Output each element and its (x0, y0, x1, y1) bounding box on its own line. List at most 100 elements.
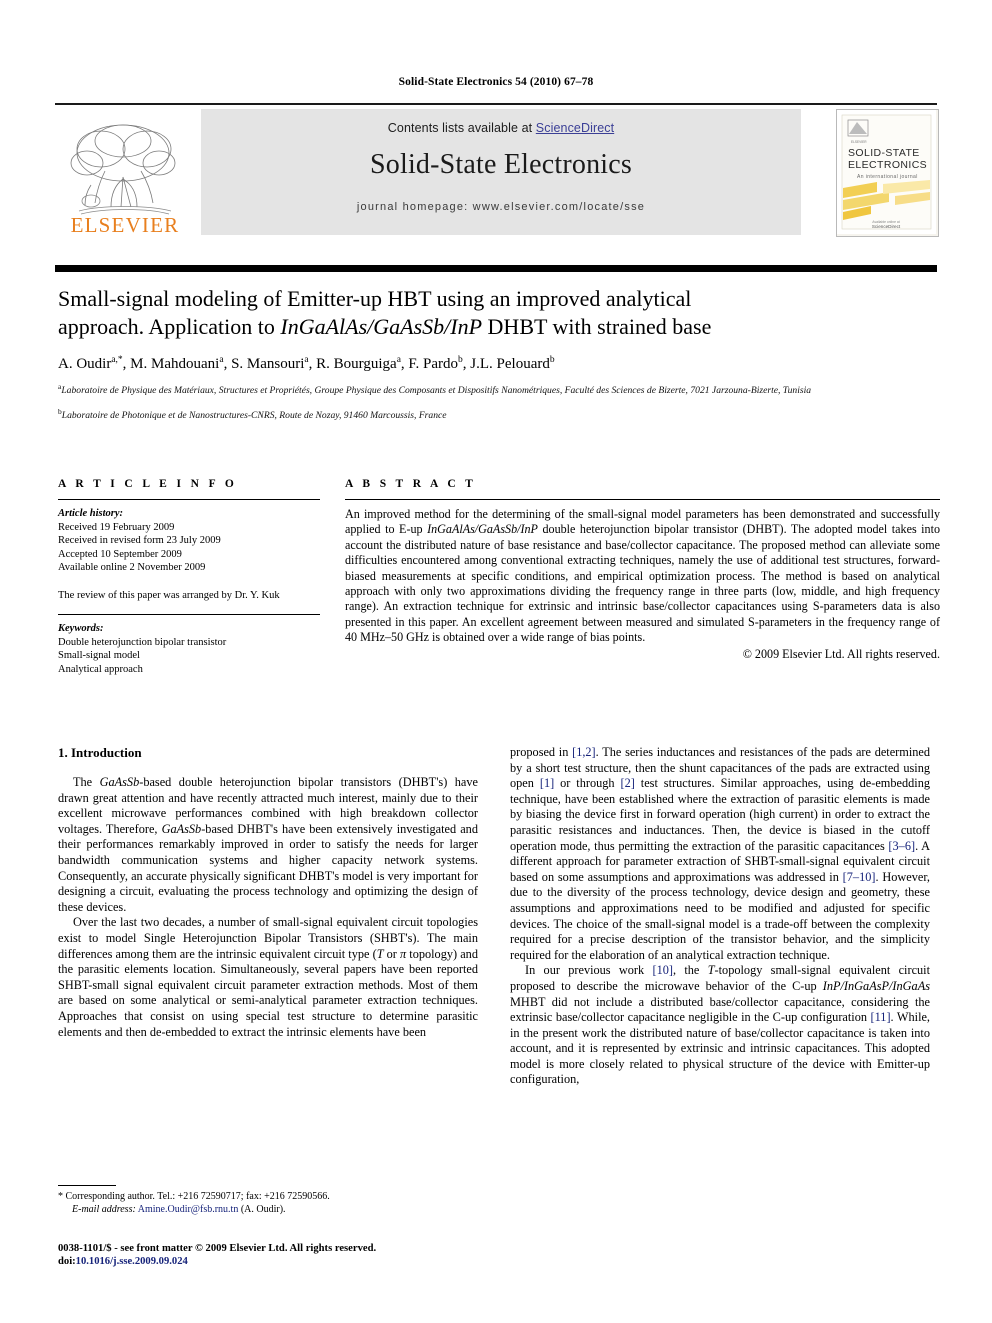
journal-cover-thumbnail[interactable]: ELSEVIER SOLID-STATE ELECTRONICS An inte… (836, 109, 939, 237)
p1-material-2: GaAsSb (161, 821, 202, 836)
elsevier-wordmark: ELSEVIER (71, 213, 180, 235)
author-affil-marker: a (219, 355, 224, 365)
keyword-item: Analytical approach (58, 663, 143, 675)
p2-topology-t: T (376, 946, 384, 961)
author-affil-marker: a,* (111, 355, 123, 365)
elsevier-tree-icon: ELSEVIER (70, 124, 180, 235)
elsevier-logo: ELSEVIER (55, 109, 195, 235)
r2-b: , the (672, 963, 708, 978)
affiliation-a-text: Laboratoire de Physique des Matériaux, S… (61, 385, 812, 397)
body-column-left: 1. Introduction The GaAsSb-based double … (58, 745, 478, 1040)
abstract-divider (345, 499, 940, 500)
r2-material: InP/InGaAsP/InGaAs (822, 978, 930, 993)
p2-mid: or (383, 946, 400, 961)
body-columns: 1. Introduction The GaAsSb-based double … (58, 745, 940, 1245)
abstract-heading: A B S T R A C T (345, 478, 477, 490)
abstract-material: InGaAlAs/GaAsSb/InP (427, 522, 538, 537)
svg-text:ScienceDirect: ScienceDirect (872, 224, 901, 229)
abstract-text: An improved method for the determining o… (345, 507, 940, 646)
keyword-item: Double heterojunction bipolar transistor (58, 636, 227, 648)
history-accepted: Accepted 10 September 2009 (58, 548, 182, 560)
header-top-rule (55, 103, 937, 105)
author-affil-marker: b (458, 355, 463, 365)
journal-cover-image: ELSEVIER SOLID-STATE ELECTRONICS An inte… (837, 110, 936, 234)
p1-material-1: GaAsSb (99, 775, 140, 789)
info-divider-keywords (58, 614, 320, 615)
contents-available-line: Contents lists available at ScienceDirec… (201, 121, 801, 135)
history-received: Received 19 February 2009 (58, 521, 175, 533)
citation-link[interactable]: [1,2] (572, 745, 596, 759)
email-address-link[interactable]: Amine.Oudir@fsb.rnu.tn (138, 1204, 239, 1215)
footnote-marker: * (58, 1191, 63, 1202)
abstract-column: A B S T R A C T An improved method for t… (345, 478, 940, 662)
svg-text:An international journal: An international journal (857, 174, 918, 180)
running-head: Solid-State Electronics 54 (2010) 67–78 (398, 76, 594, 88)
history-online: Available online 2 November 2009 (58, 562, 206, 573)
body-column-right: proposed in [1,2]. The series inductance… (510, 745, 930, 1088)
paper-page: Solid-State Electronics 54 (2010) 67–78 (0, 0, 992, 1323)
footnote-contact-text: Corresponding author. Tel.: +216 7259071… (65, 1191, 330, 1202)
keywords-label: Keywords: (58, 623, 104, 634)
article-history-label: Article history: (58, 508, 124, 519)
keyword-item: Small-signal model (58, 650, 140, 661)
journal-banner: Contents lists available at ScienceDirec… (201, 109, 801, 235)
info-divider-top (58, 499, 320, 500)
affiliation-b-text: Laboratoire de Photonique et de Nanostru… (61, 409, 447, 421)
section-heading-introduction: 1. Introduction (58, 745, 142, 760)
header-black-bar (55, 265, 937, 272)
citation-link[interactable]: [3–6] (888, 839, 915, 853)
contents-prefix: Contents lists available at (387, 121, 536, 135)
citation-link[interactable]: [2] (621, 776, 635, 790)
journal-title: Solid-State Electronics (370, 149, 632, 180)
r1-c: or through (554, 776, 621, 791)
paragraph-intro-1: The GaAsSb-based double heterojunction b… (58, 775, 478, 915)
issn-copyright-line: 0038-1101/$ - see front matter © 2009 El… (58, 1243, 377, 1254)
citation-link[interactable]: [11] (871, 1010, 891, 1024)
author-list: A. Oudira,*, M. Mahdouania, S. Mansouria… (58, 355, 555, 372)
doi-link[interactable]: 10.1016/j.sse.2009.09.024 (76, 1256, 188, 1267)
title-block: Small-signal modeling of Emitter-up HBT … (58, 285, 938, 422)
footnote-rule (58, 1185, 116, 1186)
author-affil-marker: b (549, 355, 555, 365)
citation-link[interactable]: [7–10] (843, 870, 876, 884)
review-arranged-note: The review of this paper was arranged by… (58, 589, 280, 601)
svg-text:SOLID-STATE: SOLID-STATE (848, 147, 920, 159)
title-line-2-post: DHBT with strained base (482, 314, 712, 339)
paragraph-intro-3: proposed in [1,2]. The series inductance… (510, 745, 930, 963)
journal-homepage[interactable]: journal homepage: www.elsevier.com/locat… (201, 201, 801, 213)
abstract-copyright: © 2009 Elsevier Ltd. All rights reserved… (742, 646, 940, 661)
r2-a: In our previous work (525, 963, 653, 978)
paragraph-intro-2: Over the last two decades, a number of s… (58, 915, 478, 1040)
svg-text:ELSEVIER: ELSEVIER (851, 140, 867, 144)
title-line-2-material: InGaAlAs/GaAsSb/InP (280, 314, 483, 339)
sciencedirect-link[interactable]: ScienceDirect (536, 121, 614, 135)
r1-a: proposed in (510, 745, 573, 759)
affiliation-a: aLaboratoire de Physique des Matériaux, … (58, 381, 938, 398)
article-info-column: A R T I C L E I N F O Article history: R… (58, 478, 320, 676)
footnote-contact-line: * Corresponding author. Tel.: +216 72590… (58, 1191, 478, 1204)
email-address-label: E-mail address: (72, 1203, 136, 1215)
footnote-email-line: E-mail address: Amine.Oudir@fsb.rnu.tn (… (58, 1204, 478, 1217)
imprint-block: 0038-1101/$ - see front matter © 2009 El… (58, 1242, 508, 1268)
email-owner: (A. Oudir). (240, 1203, 286, 1215)
corresponding-author-footnote: * Corresponding author. Tel.: +216 72590… (58, 1185, 478, 1216)
p1-pre: The (73, 775, 100, 789)
author-affil-marker: a (304, 355, 309, 365)
svg-text:ELECTRONICS: ELECTRONICS (848, 159, 927, 171)
doi-line: doi:10.1016/j.sse.2009.09.024 (58, 1255, 508, 1268)
citation-link[interactable]: [1] (540, 776, 554, 790)
abstract-part-2: double heterojunction bipolar transistor… (345, 522, 940, 645)
paragraph-intro-4: In our previous work [10], the T-topolog… (510, 963, 930, 1088)
title-line-2-pre: approach. Application to (58, 314, 281, 339)
page-title: Small-signal modeling of Emitter-up HBT … (58, 285, 938, 341)
title-line-1: Small-signal modeling of Emitter-up HBT … (58, 286, 692, 311)
citation-link[interactable]: [10] (652, 963, 673, 977)
journal-header: ELSEVIER Contents lists available at Sci… (55, 103, 939, 237)
doi-prefix: doi: (58, 1256, 76, 1267)
r2-topology-t: T (707, 963, 715, 978)
r2-d: MHBT did not include a distributed base/… (510, 994, 930, 1025)
article-info-heading: A R T I C L E I N F O (58, 478, 238, 490)
affiliation-b: bLaboratoire de Photonique et de Nanostr… (58, 406, 938, 423)
history-revised: Received in revised form 23 July 2009 (58, 535, 221, 546)
author-affil-marker: a (396, 355, 401, 365)
